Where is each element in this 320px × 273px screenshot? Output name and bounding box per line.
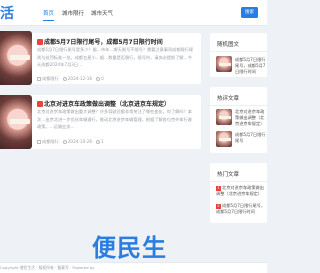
- article-category[interactable]: 成都限行: [42, 139, 59, 144]
- hot-icon: [37, 39, 43, 45]
- site-footer: Copyright 便民生活 · 版权所有 · 备案号 · Powered by: [0, 262, 267, 273]
- article-views: 1: [101, 139, 104, 144]
- eye-icon: [96, 139, 101, 144]
- article-meta: 成都限行 2024-10-26 1: [37, 139, 104, 145]
- article-meta: 成都限行 2024-12-16 0: [37, 76, 104, 82]
- sidebar-featured: 随机图文 成都5月7日限行尾号，成都5月7日限行时间: [210, 33, 267, 77]
- sidebar-popular-title: 热门文章: [217, 172, 240, 178]
- search-button[interactable]: 搜索: [241, 7, 258, 18]
- popular-link[interactable]: 2 成都5月7日限行尾号，成都5月7日限行时间: [216, 203, 266, 215]
- site-header: 活 首页 城市限行 城市天气 搜索: [0, 0, 267, 26]
- hot-link[interactable]: 成都5月7日限行尾号: [235, 132, 267, 144]
- sidebar-hot-title: 热评文章: [217, 96, 240, 102]
- watermark-logo: 便民生: [92, 234, 167, 262]
- divider: [210, 105, 267, 106]
- featured-link[interactable]: 成都5月7日限行尾号，成都5月7日限行时间: [235, 57, 267, 75]
- nav-home[interactable]: 首页: [43, 9, 55, 21]
- hot-thumbnail[interactable]: [216, 109, 232, 125]
- article-card[interactable]: 北京对进京车政策做出调整（北京进京车规定） 北京对进京车政策做出重大调整？许多驾…: [0, 95, 201, 149]
- eye-icon: [96, 76, 101, 81]
- article-title[interactable]: 成都5月7日限行尾号，成都5月7日限行时间: [37, 37, 163, 46]
- folder-icon: [37, 76, 41, 81]
- article-thumbnail[interactable]: [0, 95, 32, 149]
- folder-icon: [37, 139, 41, 144]
- article-excerpt: 成都5月7日限行尾号是多少？据…市年…哪天限号不限号？需要注意事项成都限行规则与…: [37, 47, 194, 68]
- hot-thumbnail[interactable]: [216, 131, 232, 147]
- article-title[interactable]: 北京对进京车政策做出调整（北京进京车规定）: [37, 99, 170, 108]
- article-category[interactable]: 成都限行: [42, 76, 59, 81]
- hot-link[interactable]: 北京对进京车政策做出调整（北京进京车规定）: [235, 109, 267, 127]
- sidebar-featured-title: 随机图文: [217, 42, 240, 48]
- sidebar-popular: 热门文章 1 北京对进京车政策做出调整（北京进京车规定） 2 成都5月7日限行尾号，…: [210, 163, 267, 223]
- hot-icon: [37, 101, 43, 107]
- article-excerpt: 北京对进京车政策做出重大调整？许多驾驶员都非常关注了哪些变化，你了解吗？本次…出…: [37, 109, 192, 130]
- site-logo[interactable]: 活: [0, 3, 14, 23]
- clock-icon: [62, 139, 67, 144]
- popular-link[interactable]: 1 北京对进京车政策做出调整（北京进京车规定）: [216, 185, 266, 197]
- clock-icon: [62, 76, 67, 81]
- article-date: 2024-10-26: [67, 139, 93, 144]
- sidebar-hot: 热评文章 北京对进京车政策做出调整（北京进京车规定） 成都5月7日限行尾号: [210, 87, 267, 153]
- article-card[interactable]: 成都5月7日限行尾号，成都5月7日限行时间 成都5月7日限行尾号是多少？据…市年…: [0, 31, 201, 85]
- article-views: 0: [101, 76, 104, 81]
- nav-city-restriction[interactable]: 城市限行: [62, 9, 84, 17]
- divider: [210, 51, 267, 52]
- divider: [210, 181, 267, 182]
- nav-city-weather[interactable]: 城市天气: [91, 9, 113, 17]
- featured-thumbnail[interactable]: [216, 56, 232, 72]
- article-thumbnail[interactable]: [0, 31, 32, 85]
- footer-copyright: Copyright 便民生活 · 版权所有 · 备案号 · Powered by: [0, 265, 95, 270]
- article-date: 2024-12-16: [67, 76, 93, 81]
